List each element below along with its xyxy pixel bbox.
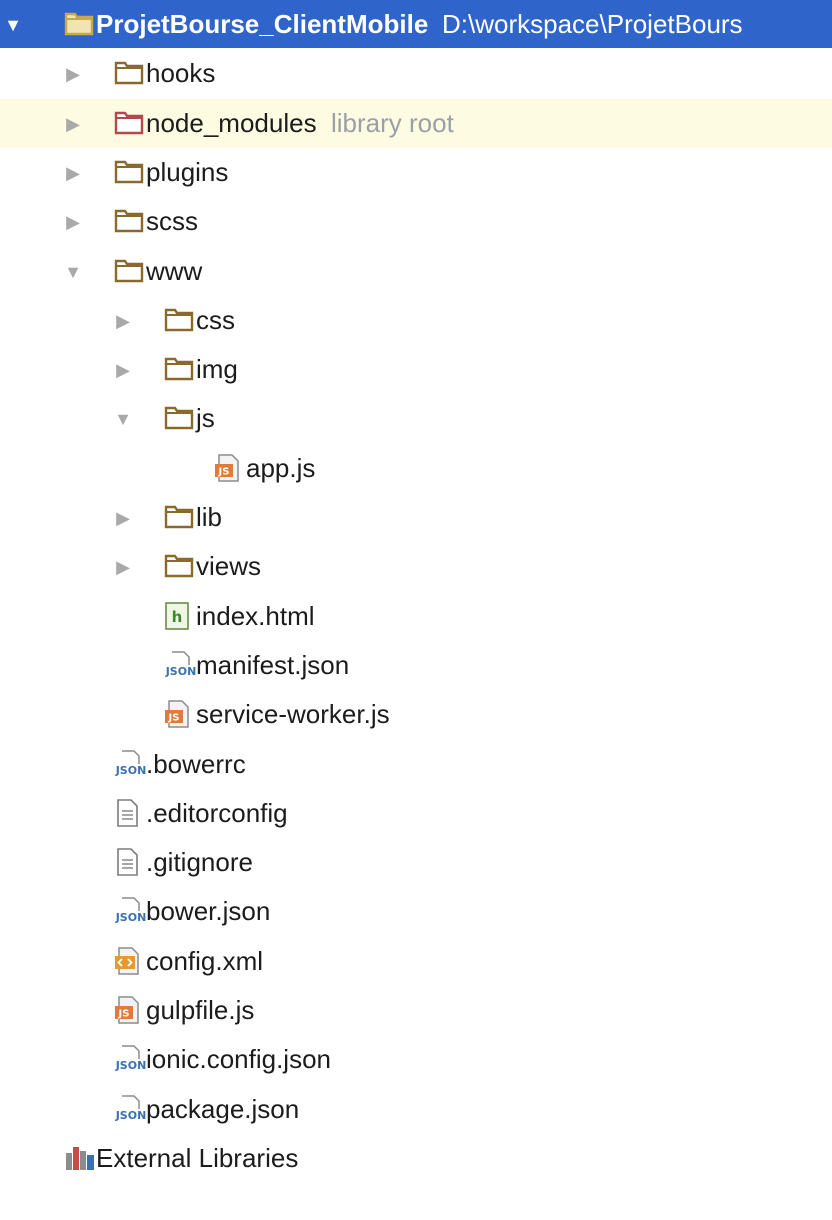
tree-item-label: bower.json: [146, 896, 271, 926]
collapse-arrow-icon[interactable]: ▶: [62, 63, 84, 85]
json-file-icon: JSON: [114, 1095, 147, 1123]
library-folder-icon: [114, 109, 144, 137]
text-file-icon: [114, 848, 144, 876]
folder-icon: [114, 207, 144, 235]
tree-item-label: app.js: [246, 453, 316, 483]
tree-row[interactable]: ▶ node_modules library root: [0, 99, 832, 148]
tree-item-label: css: [196, 305, 235, 335]
js-file-icon: JS: [214, 454, 244, 482]
tree-row[interactable]: ▶ img: [0, 345, 832, 394]
tree-row[interactable]: .editorconfig: [0, 789, 832, 838]
js-file-icon: JS: [114, 996, 144, 1024]
xml-file-icon: [114, 947, 144, 975]
tree-row[interactable]: JS app.js: [0, 444, 832, 493]
expand-arrow-icon[interactable]: ▼: [2, 14, 24, 36]
collapse-arrow-icon[interactable]: ▶: [62, 113, 84, 135]
tree-row[interactable]: ▼ ProjetBourse_ClientMobile D:\workspace\…: [0, 0, 832, 48]
svg-text:JS: JS: [118, 1009, 130, 1020]
text-file-icon: [114, 799, 144, 827]
js-file-icon: JS: [164, 700, 194, 728]
tree-row[interactable]: ▶ scss: [0, 197, 832, 246]
folder-icon: [164, 355, 194, 383]
tree-row[interactable]: config.xml: [0, 937, 832, 986]
tree-item-label: hooks: [146, 58, 216, 88]
tree-item-label: .editorconfig: [146, 798, 288, 828]
html-file-icon: h: [164, 602, 194, 630]
folder-icon: [164, 552, 194, 580]
tree-row[interactable]: ▶ lib: [0, 493, 832, 542]
tree-item-label: manifest.json: [196, 650, 350, 680]
json-file-icon: JSON: [164, 651, 197, 679]
svg-text:JSON: JSON: [165, 665, 197, 678]
tree-row[interactable]: JSON manifest.json: [0, 641, 832, 690]
tree-row[interactable]: ▼ js: [0, 394, 832, 443]
tree-row[interactable]: JS service-worker.js: [0, 690, 832, 739]
collapse-arrow-icon[interactable]: ▶: [112, 507, 134, 529]
tree-item-label: img: [196, 354, 238, 384]
svg-text:JSON: JSON: [115, 1059, 147, 1072]
svg-text:JSON: JSON: [115, 911, 147, 924]
collapse-arrow-icon[interactable]: ▶: [62, 211, 84, 233]
collapse-arrow-icon[interactable]: ▶: [62, 162, 84, 184]
tree-item-label: node_modules: [146, 108, 317, 138]
svg-text:JSON: JSON: [115, 1109, 147, 1122]
tree-row[interactable]: ▶ css: [0, 296, 832, 345]
expand-arrow-icon[interactable]: ▼: [112, 408, 134, 430]
project-tree: ▼ ProjetBourse_ClientMobile D:\workspace\…: [0, 0, 832, 1220]
folder-icon: [164, 503, 194, 531]
tree-item-label: views: [196, 551, 262, 581]
tree-item-label: ProjetBourse_ClientMobile: [96, 9, 429, 39]
tree-item-label: config.xml: [146, 946, 264, 976]
collapse-arrow-icon[interactable]: ▶: [112, 556, 134, 578]
tree-item-hint: library root: [331, 108, 454, 138]
tree-item-hint: D:\workspace\ProjetBours: [442, 9, 743, 39]
tree-item-label: gulpfile.js: [146, 995, 255, 1025]
svg-text:JS: JS: [218, 467, 230, 478]
tree-row[interactable]: ▶ hooks: [0, 49, 832, 98]
svg-text:JSON: JSON: [115, 764, 147, 777]
tree-row[interactable]: ▶ plugins: [0, 148, 832, 197]
tree-item-label: service-worker.js: [196, 699, 390, 729]
folder-icon: [164, 306, 194, 334]
tree-item-label: .bowerrc: [146, 749, 246, 779]
tree-row[interactable]: JSON ionic.config.json: [0, 1035, 832, 1084]
folder-icon: [114, 59, 144, 87]
tree-row[interactable]: JSON .bowerrc: [0, 740, 832, 789]
tree-item-label: External Libraries: [96, 1143, 299, 1173]
svg-text:h: h: [172, 608, 183, 626]
tree-item-label: www: [146, 256, 203, 286]
collapse-arrow-icon[interactable]: ▶: [112, 310, 134, 332]
tree-item-label: .gitignore: [146, 847, 253, 877]
folder-icon: [164, 404, 194, 432]
tree-item-label: plugins: [146, 157, 229, 187]
folder-icon: [114, 158, 144, 186]
tree-row[interactable]: .gitignore: [0, 838, 832, 887]
tree-row[interactable]: ▼ www: [0, 247, 832, 296]
folder-icon: [64, 10, 94, 38]
collapse-arrow-icon[interactable]: ▶: [112, 359, 134, 381]
tree-item-label: package.json: [146, 1094, 300, 1124]
expand-arrow-icon[interactable]: ▼: [62, 261, 84, 283]
tree-row[interactable]: ▶ views: [0, 542, 832, 591]
tree-item-label: scss: [146, 206, 198, 236]
tree-row[interactable]: JSON bower.json: [0, 887, 832, 936]
tree-row[interactable]: h index.html: [0, 592, 832, 641]
json-file-icon: JSON: [114, 750, 147, 778]
tree-row[interactable]: JS gulpfile.js: [0, 986, 832, 1035]
tree-item-label: lib: [196, 502, 223, 532]
svg-text:JS: JS: [168, 713, 180, 724]
external-libraries-icon: [64, 1144, 94, 1172]
tree-item-label: js: [196, 403, 215, 433]
tree-row[interactable]: JSON package.json: [0, 1085, 832, 1134]
json-file-icon: JSON: [114, 897, 147, 925]
tree-row[interactable]: External Libraries: [0, 1134, 832, 1183]
json-file-icon: JSON: [114, 1045, 147, 1073]
tree-item-label: index.html: [196, 601, 315, 631]
folder-icon: [114, 257, 144, 285]
tree-item-label: ionic.config.json: [146, 1044, 331, 1074]
